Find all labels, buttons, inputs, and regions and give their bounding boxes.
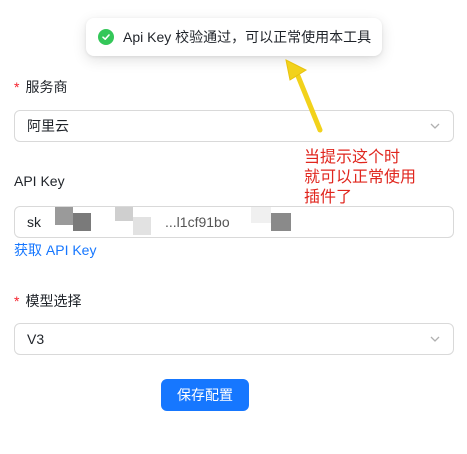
redaction-block	[251, 207, 271, 223]
api-key-value-prefix: sk	[27, 214, 41, 230]
annotation-line: 就可以正常使用	[304, 169, 417, 186]
annotation-note: 当提示这个时 就可以正常使用 插件了	[304, 148, 464, 208]
required-mark: *	[14, 79, 20, 95]
model-select-value: V3	[27, 331, 45, 347]
redaction-block	[271, 213, 291, 231]
redaction-block	[133, 217, 151, 235]
annotation-line: 当提示这个时	[304, 149, 401, 166]
provider-label: * 服务商	[14, 77, 67, 97]
redaction-block	[73, 213, 91, 231]
toast-message: Api Key 校验通过，可以正常使用本工具	[123, 29, 372, 45]
save-config-button[interactable]: 保存配置	[161, 379, 249, 411]
annotation-line: 插件了	[304, 189, 353, 206]
model-label-text: 模型选择	[25, 293, 82, 309]
required-mark: *	[14, 293, 20, 309]
provider-select-value: 阿里云	[27, 118, 69, 134]
api-key-value-partial: ...l1cf91bo	[165, 214, 230, 230]
redaction-block	[115, 207, 133, 221]
redaction-block	[55, 207, 73, 225]
model-select[interactable]: V3	[14, 323, 454, 355]
chevron-down-icon	[430, 336, 440, 342]
check-circle-icon	[98, 29, 114, 45]
api-key-input[interactable]: sk ...l1cf91bo	[14, 206, 454, 238]
provider-label-text: 服务商	[25, 79, 68, 95]
model-label: * 模型选择	[14, 291, 81, 311]
get-api-key-link[interactable]: 获取 API Key	[14, 240, 96, 260]
chevron-down-icon	[430, 123, 440, 129]
api-key-label: API Key	[14, 173, 65, 189]
success-toast: Api Key 校验通过，可以正常使用本工具	[86, 18, 382, 56]
provider-select[interactable]: 阿里云	[14, 110, 454, 142]
